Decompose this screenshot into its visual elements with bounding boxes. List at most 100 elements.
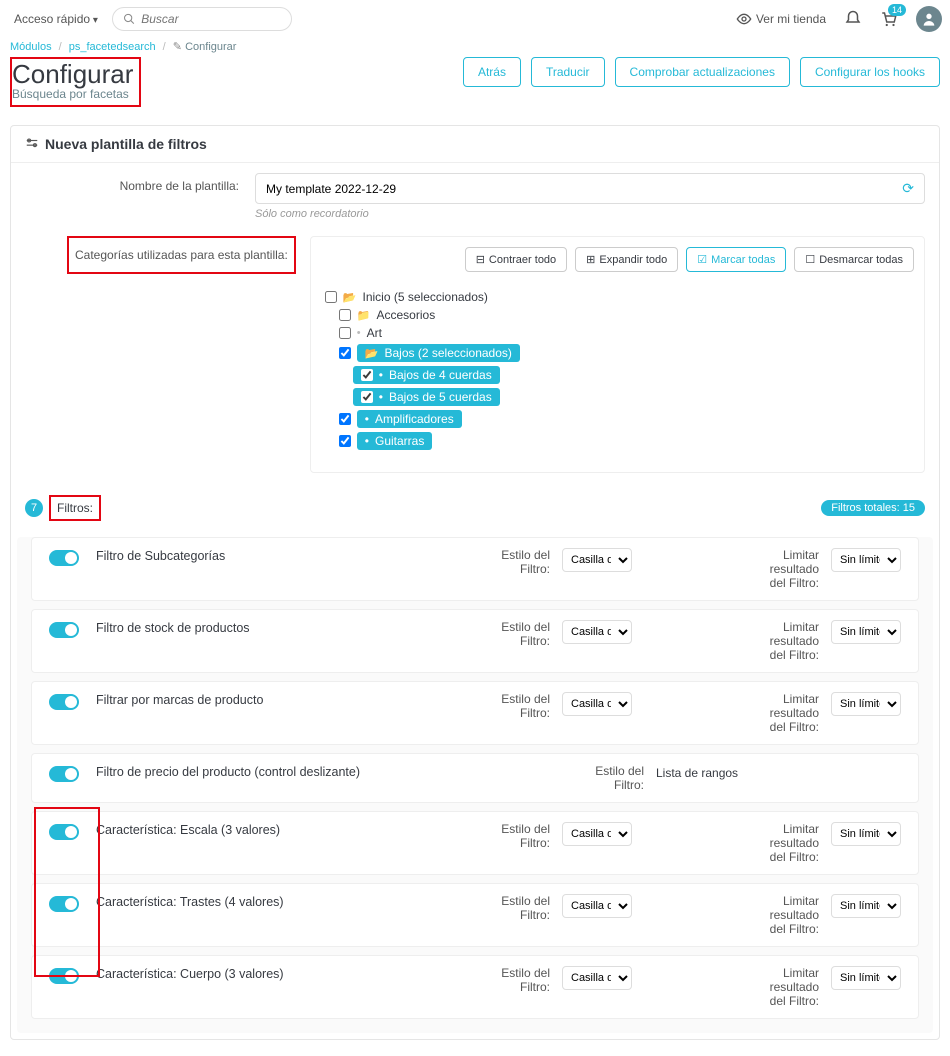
filter-toggle[interactable] xyxy=(49,550,79,566)
tree-item-bajos[interactable]: 📂Bajos (2 seleccionados) xyxy=(339,342,910,364)
tree-label: Accesorios xyxy=(377,308,436,322)
tree-checkbox[interactable] xyxy=(339,327,351,339)
page-subtitle: Búsqueda por facetas xyxy=(12,87,133,101)
tree-checkbox[interactable] xyxy=(361,391,373,403)
filter-name: Filtro de Subcategorías xyxy=(96,548,368,563)
breadcrumb-module[interactable]: ps_facetedsearch xyxy=(69,41,156,53)
quick-access-menu[interactable]: Acceso rápido xyxy=(8,8,104,30)
filter-toggle[interactable] xyxy=(49,766,79,782)
tree-label: Amplificadores xyxy=(375,412,454,426)
check-updates-button[interactable]: Comprobar actualizaciones xyxy=(615,57,790,87)
cart-badge: 14 xyxy=(888,4,906,16)
page-title-box: Configurar Búsqueda por facetas xyxy=(10,57,141,107)
filter-toggle[interactable] xyxy=(49,824,79,840)
filter-style-label: Estilo delFiltro: xyxy=(474,764,644,792)
expand-all-button[interactable]: ⊞Expandir todo xyxy=(575,247,678,272)
filter-style-select[interactable]: Casilla de xyxy=(562,548,632,572)
tree-checkbox[interactable] xyxy=(325,291,337,303)
filter-name: Característica: Escala (3 valores) xyxy=(96,822,368,837)
template-name-input[interactable] xyxy=(266,182,902,196)
search-input[interactable] xyxy=(141,12,281,26)
filter-style-static: Lista de rangos xyxy=(656,764,906,780)
tree-item-bajos4[interactable]: • Bajos de 4 cuerdas xyxy=(353,364,910,386)
tree-label: Bajos de 4 cuerdas xyxy=(389,368,492,382)
dot-icon: • xyxy=(379,390,383,404)
template-name-help: Sólo como recordatorio xyxy=(255,208,925,220)
notifications-icon[interactable] xyxy=(844,10,862,28)
filter-toggle[interactable] xyxy=(49,694,79,710)
filter-row: Característica: Cuerpo (3 valores)Estilo… xyxy=(31,955,919,1019)
filter-style-label: Estilo delFiltro: xyxy=(380,822,550,850)
filter-row: Filtro de stock de productosEstilo delFi… xyxy=(31,609,919,673)
back-button[interactable]: Atrás xyxy=(463,57,521,87)
filter-limit-select[interactable]: Sin límite xyxy=(831,894,901,918)
tree-label: Inicio (5 seleccionados) xyxy=(363,290,488,304)
filter-name: Filtrar por marcas de producto xyxy=(96,692,368,707)
breadcrumb-modules[interactable]: Módulos xyxy=(10,41,52,53)
filter-toggle[interactable] xyxy=(49,896,79,912)
filter-style-select[interactable]: Casilla de xyxy=(562,894,632,918)
filter-name: Característica: Trastes (4 valores) xyxy=(96,894,368,909)
folder-open-icon: 📂 xyxy=(343,291,357,304)
filters-total-badge: Filtros totales: 15 xyxy=(821,500,925,516)
translate-button[interactable]: Traducir xyxy=(531,57,605,87)
filter-row: Filtro de Subcategorías Estilo delFiltro:… xyxy=(31,537,919,601)
filter-limit-label: Limitarresultadodel Filtro: xyxy=(649,548,819,590)
dot-icon: • xyxy=(379,368,383,382)
filter-limit-select[interactable]: Sin límite xyxy=(831,620,901,644)
eye-icon xyxy=(736,11,752,27)
filter-style-label: Estilo delFiltro: xyxy=(380,548,550,576)
filter-limit-label: Limitarresultadodel Filtro: xyxy=(649,822,819,864)
filter-toggle[interactable] xyxy=(49,968,79,984)
tree-item-art[interactable]: • Art xyxy=(339,324,910,342)
collapse-all-button[interactable]: ⊟Contraer todo xyxy=(465,247,567,272)
filter-name: Filtro de stock de productos xyxy=(96,620,368,635)
tree-item-bajos5[interactable]: • Bajos de 5 cuerdas xyxy=(353,386,910,408)
filter-row: Característica: Escala (3 valores) Estilo… xyxy=(31,811,919,875)
filter-limit-label: Limitarresultadodel Filtro: xyxy=(649,620,819,662)
filter-limit-select[interactable]: Sin límite xyxy=(831,548,901,572)
view-shop-link[interactable]: Ver mi tienda xyxy=(736,11,826,27)
filter-limit-select[interactable]: Sin límite xyxy=(831,822,901,846)
filter-style-label: Estilo delFiltro: xyxy=(380,692,550,720)
tree-label: Art xyxy=(367,326,382,340)
filter-limit-select[interactable]: Sin límite xyxy=(831,966,901,990)
filter-row: Característica: Trastes (4 valores) Estil… xyxy=(31,883,919,947)
tree-label: Bajos (2 seleccionados) xyxy=(385,346,512,360)
tree-item-amplificadores[interactable]: •Amplificadores xyxy=(339,408,910,430)
tree-checkbox[interactable] xyxy=(339,347,351,359)
settings-icon xyxy=(25,137,39,151)
person-icon xyxy=(921,11,937,27)
filter-style-select[interactable]: Casilla de xyxy=(562,966,632,990)
language-icon[interactable]: ⟳ xyxy=(902,180,914,197)
filter-style-select[interactable]: Casilla de xyxy=(562,692,632,716)
categories-label: Categorías utilizadas para esta plantill… xyxy=(67,236,296,274)
cart-icon[interactable]: 14 xyxy=(880,10,898,28)
filters-label: Filtros: xyxy=(49,495,101,521)
breadcrumb: Módulos / ps_facetedsearch / ✎ Configura… xyxy=(0,38,950,55)
uncheck-all-button[interactable]: ☐Desmarcar todas xyxy=(794,247,914,272)
filter-name: Característica: Cuerpo (3 valores) xyxy=(96,966,368,981)
filter-row: Filtro de precio del producto (control d… xyxy=(31,753,919,803)
tree-checkbox[interactable] xyxy=(339,413,351,425)
tree-root[interactable]: 📂 Inicio (5 seleccionados) xyxy=(325,288,910,306)
tree-checkbox[interactable] xyxy=(339,309,351,321)
tree-item-guitarras[interactable]: •Guitarras xyxy=(339,430,910,452)
configure-hooks-button[interactable]: Configurar los hooks xyxy=(800,57,940,87)
search-box[interactable] xyxy=(112,7,292,31)
user-avatar[interactable] xyxy=(916,6,942,32)
tree-item-accesorios[interactable]: 📁 Accesorios xyxy=(339,306,910,324)
page-title: Configurar xyxy=(12,61,133,87)
filter-toggle[interactable] xyxy=(49,622,79,638)
filter-name: Filtro de precio del producto (control d… xyxy=(96,764,462,779)
filter-row: Filtrar por marcas de producto Estilo del… xyxy=(31,681,919,745)
filter-style-label: Estilo delFiltro: xyxy=(380,894,550,922)
folder-icon: 📁 xyxy=(357,309,371,322)
filter-style-select[interactable]: Casilla de xyxy=(562,620,632,644)
tree-checkbox[interactable] xyxy=(339,435,351,447)
check-all-button[interactable]: ☑Marcar todas xyxy=(686,247,786,272)
tree-label: Bajos de 5 cuerdas xyxy=(389,390,492,404)
tree-checkbox[interactable] xyxy=(361,369,373,381)
filter-style-select[interactable]: Casilla de xyxy=(562,822,632,846)
filter-limit-select[interactable]: Sin límite xyxy=(831,692,901,716)
